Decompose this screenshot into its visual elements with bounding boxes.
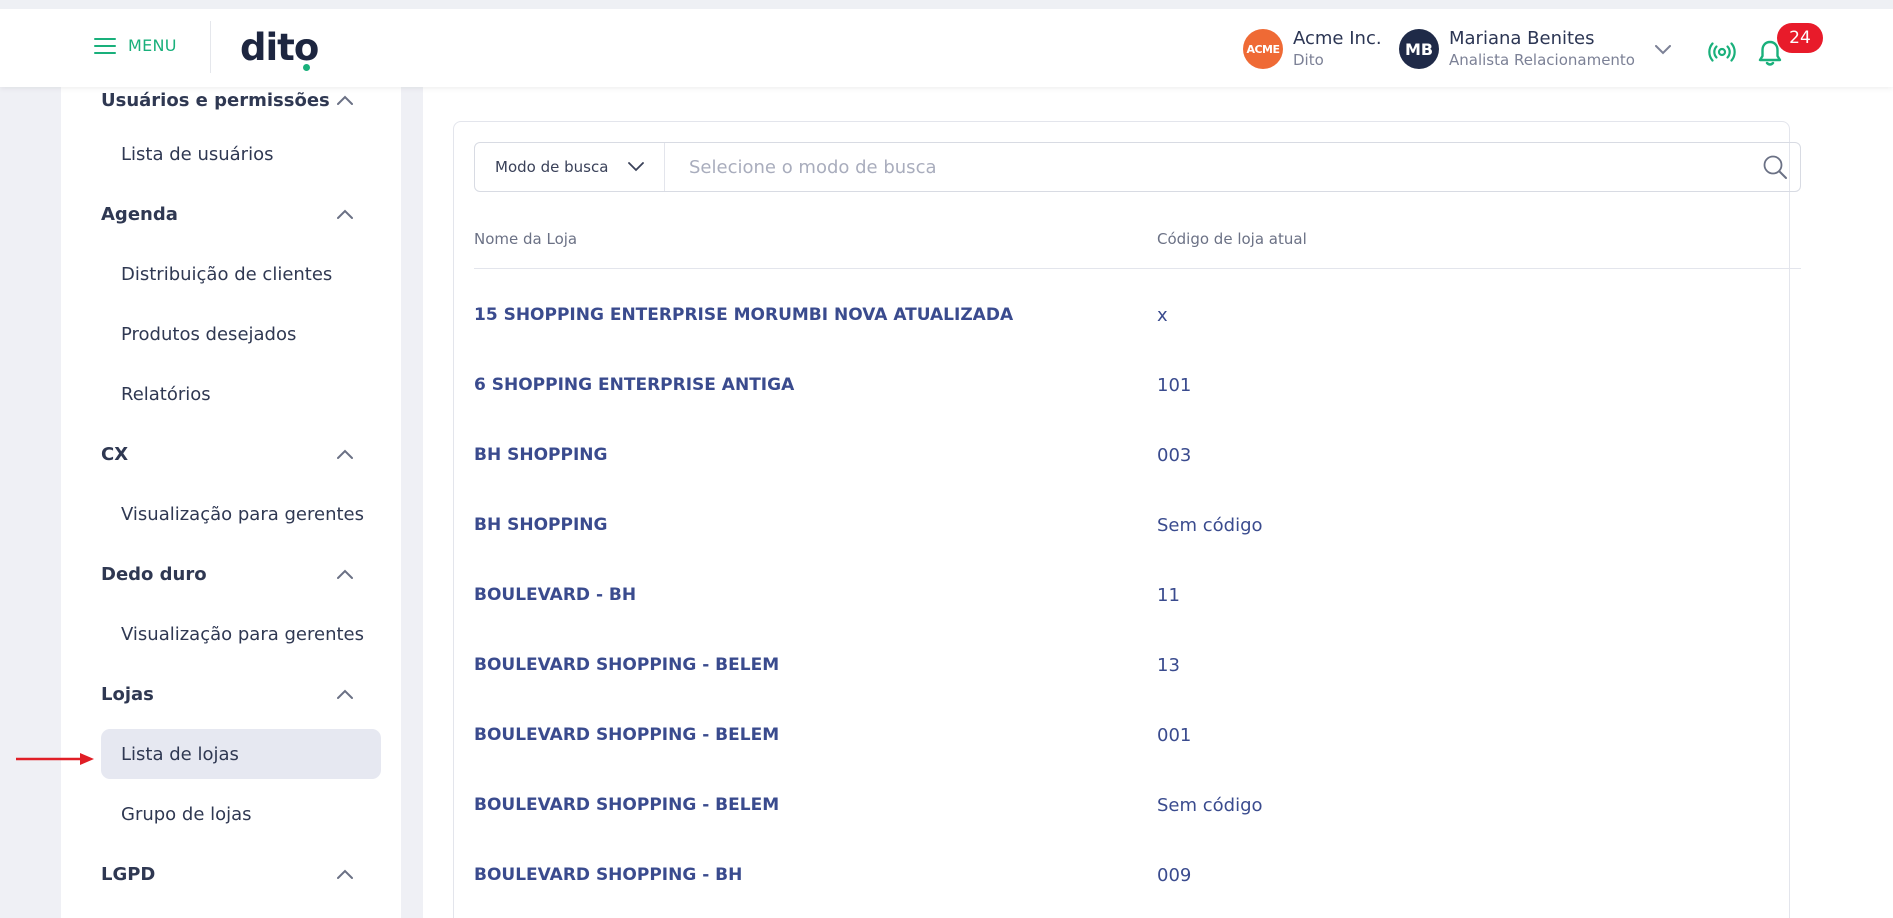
sidebar-item-lista-usuarios[interactable]: Lista de usuários bbox=[101, 129, 381, 179]
store-code: Sem código bbox=[1157, 514, 1263, 536]
column-header-store-name: Nome da Loja bbox=[474, 230, 578, 248]
dito-logo[interactable]: dito bbox=[240, 26, 319, 71]
store-name-link[interactable]: BOULEVARD - BH bbox=[474, 585, 636, 605]
user-menu[interactable]: MB Mariana Benites Analista Relacionamen… bbox=[1399, 28, 1635, 70]
store-name-link[interactable]: BH SHOPPING bbox=[474, 515, 607, 535]
store-code: Sem código bbox=[1157, 794, 1263, 816]
sidebar-section-lojas[interactable]: Lojas bbox=[101, 674, 361, 714]
store-code: 003 bbox=[1157, 444, 1192, 466]
user-avatar: MB bbox=[1399, 29, 1439, 69]
org-avatar: ACME bbox=[1243, 29, 1283, 69]
sidebar-item-cx-visualizacao-gerentes[interactable]: Visualização para gerentes bbox=[101, 489, 381, 539]
broadcast-icon[interactable] bbox=[1708, 42, 1736, 62]
sidebar-section-agenda[interactable]: Agenda bbox=[101, 194, 361, 234]
sidebar-item-relatorios[interactable]: Relatórios bbox=[101, 369, 381, 419]
user-role: Analista Relacionamento bbox=[1449, 51, 1635, 69]
table-row: BOULEVARD SHOPPING - BH 009 bbox=[474, 840, 1801, 910]
sidebar-item-lista-lojas[interactable]: Lista de lojas bbox=[101, 729, 381, 779]
org-switcher[interactable]: ACME Acme Inc. Dito bbox=[1243, 28, 1382, 70]
column-header-store-code: Código de loja atual bbox=[1157, 230, 1307, 248]
chevron-up-icon bbox=[337, 449, 353, 459]
sidebar-section-cx[interactable]: CX bbox=[101, 434, 361, 474]
table-row: 15 SHOPPING ENTERPRISE MORUMBI NOVA ATUA… bbox=[474, 280, 1801, 350]
chevron-down-icon[interactable] bbox=[1655, 45, 1671, 55]
store-name-link[interactable]: BOULEVARD SHOPPING - BELEM bbox=[474, 795, 779, 815]
search-input[interactable] bbox=[665, 143, 1750, 191]
store-code: 13 bbox=[1157, 654, 1180, 676]
store-name-link[interactable]: 6 SHOPPING ENTERPRISE ANTIGA bbox=[474, 375, 794, 395]
stores-card: Modo de busca Nome da Loja Código de loj… bbox=[453, 121, 1801, 918]
table-row: BH SHOPPING Sem código bbox=[474, 490, 1801, 560]
sidebar: Usuários e permissões Lista de usuários … bbox=[61, 87, 401, 918]
sidebar-section-lgpd[interactable]: LGPD bbox=[101, 854, 361, 894]
table-row: BOULEVARD - BH 11 bbox=[474, 560, 1801, 630]
table-header-divider bbox=[474, 268, 1801, 269]
sidebar-item-grupo-lojas[interactable]: Grupo de lojas bbox=[101, 789, 381, 839]
org-name: Acme Inc. bbox=[1293, 28, 1382, 49]
sidebar-item-distribuicao-clientes[interactable]: Distribuição de clientes bbox=[101, 249, 381, 299]
chevron-up-icon bbox=[337, 569, 353, 579]
red-arrow-annotation-icon bbox=[16, 753, 94, 765]
chevron-up-icon bbox=[337, 869, 353, 879]
table-row: BOULEVARD SHOPPING - BELEM 13 bbox=[474, 630, 1801, 700]
table-row: BH SHOPPING 003 bbox=[474, 420, 1801, 490]
store-name-link[interactable]: BOULEVARD SHOPPING - BELEM bbox=[474, 655, 779, 675]
user-name: Mariana Benites bbox=[1449, 28, 1595, 49]
menu-button[interactable]: MENU bbox=[94, 36, 177, 55]
sidebar-section-dedo-duro[interactable]: Dedo duro bbox=[101, 554, 361, 594]
store-name-link[interactable]: BH SHOPPING bbox=[474, 445, 607, 465]
store-name-link[interactable]: BOULEVARD SHOPPING - BELEM bbox=[474, 725, 779, 745]
table-row: BOULEVARD SHOPPING - BELEM 001 bbox=[474, 700, 1801, 770]
search-mode-select[interactable]: Modo de busca bbox=[475, 143, 665, 191]
chevron-up-icon bbox=[337, 95, 353, 105]
hamburger-icon bbox=[94, 37, 116, 54]
store-name-link[interactable]: 15 SHOPPING ENTERPRISE MORUMBI NOVA ATUA… bbox=[474, 305, 1013, 325]
org-sub: Dito bbox=[1293, 51, 1324, 69]
menu-label: MENU bbox=[128, 36, 177, 55]
chevron-up-icon bbox=[337, 689, 353, 699]
store-code: 009 bbox=[1157, 864, 1192, 886]
search-bar: Modo de busca bbox=[474, 142, 1801, 192]
table-row: 6 SHOPPING ENTERPRISE ANTIGA 101 bbox=[474, 350, 1801, 420]
main-content: Modo de busca Nome da Loja Código de loj… bbox=[423, 87, 1893, 918]
sidebar-item-produtos-desejados[interactable]: Produtos desejados bbox=[101, 309, 381, 359]
sidebar-item-dedo-duro-visualizacao-gerentes[interactable]: Visualização para gerentes bbox=[101, 609, 381, 659]
search-icon[interactable] bbox=[1750, 154, 1800, 180]
store-code: 001 bbox=[1157, 724, 1192, 746]
table-row: BOULEVARD SHOPPING - BELEM Sem código bbox=[474, 770, 1801, 840]
store-name-link[interactable]: BOULEVARD SHOPPING - BH bbox=[474, 865, 742, 885]
store-code: x bbox=[1157, 304, 1168, 326]
chevron-down-icon bbox=[628, 162, 644, 172]
top-header: MENU dito ACME Acme Inc. Dito MB Mariana… bbox=[0, 0, 1893, 87]
header-divider bbox=[210, 21, 211, 73]
notification-count-badge[interactable]: 24 bbox=[1777, 23, 1823, 53]
store-code: 11 bbox=[1157, 584, 1180, 606]
store-code: 101 bbox=[1157, 374, 1192, 396]
chevron-up-icon bbox=[337, 209, 353, 219]
